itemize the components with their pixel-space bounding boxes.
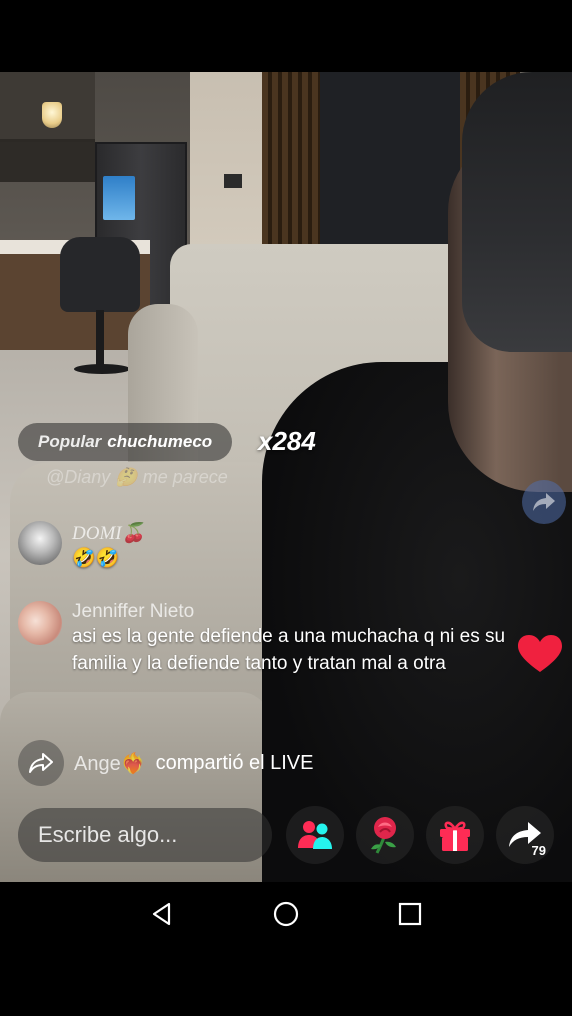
side-share-button[interactable]	[522, 480, 566, 524]
co-host-icon	[298, 821, 332, 849]
home-button[interactable]	[264, 892, 308, 936]
bottom-letterbox	[0, 946, 572, 1016]
comment-item[interactable]: Jenniffer Nieto asi es la gente defiende…	[18, 601, 548, 677]
rose-gift-icon	[371, 817, 396, 854]
gift-box-icon	[440, 821, 470, 851]
comment-text: 🤣🤣	[72, 548, 120, 569]
kitchen-shelf	[0, 142, 95, 182]
share-count: 79	[531, 843, 546, 858]
gift-multiplier: x284	[258, 426, 316, 456]
jenniffer-avatar[interactable]	[18, 601, 62, 645]
comment-text: asi es la gente defiende a una muchacha …	[72, 626, 506, 674]
bar-stool	[60, 237, 140, 312]
share-text: compartió el LIVE	[155, 751, 314, 774]
faded-comment: @Diany 🤔 me parece	[46, 467, 228, 487]
back-triangle-icon	[152, 902, 171, 926]
share-arrow-icon	[533, 493, 555, 511]
popular-user: chuchumeco	[107, 432, 213, 451]
person-cap	[462, 72, 572, 352]
comment-item[interactable]: DOMI🍒 🤣🤣	[18, 521, 145, 572]
gift-button[interactable]	[426, 806, 484, 864]
light-switch	[224, 174, 242, 188]
rose-gift-button[interactable]	[356, 806, 414, 864]
domi-avatar[interactable]	[18, 521, 62, 565]
recents-button[interactable]	[388, 892, 432, 936]
comment-input[interactable]	[38, 822, 258, 848]
share-event: Ange❤️‍🔥 compartió el LIVE	[18, 740, 313, 786]
share-button[interactable]: 79	[496, 806, 554, 864]
share-user[interactable]: Ange❤️‍🔥	[74, 751, 146, 776]
popular-label: Popular	[38, 432, 102, 451]
pendant-lamp	[42, 102, 62, 128]
share-event-icon-holder	[18, 740, 64, 786]
comment-input-container[interactable]	[18, 808, 272, 862]
share-outline-icon	[29, 753, 53, 773]
bar-stool-base	[74, 364, 130, 374]
popular-gift-banner[interactable]: Popular chuchumeco	[18, 423, 233, 461]
bar-stool-leg	[96, 310, 104, 370]
comment-author[interactable]: DOMI🍒	[72, 521, 145, 545]
android-navigation-bar	[0, 882, 572, 946]
comment-author[interactable]: Jenniffer Nieto	[72, 601, 548, 623]
fridge-screen	[103, 176, 135, 220]
co-host-button[interactable]	[286, 806, 344, 864]
home-circle-icon	[273, 901, 299, 927]
back-button[interactable]	[140, 892, 184, 936]
floating-heart-icon	[518, 635, 562, 672]
status-bar	[0, 0, 572, 72]
recents-square-icon	[398, 902, 422, 926]
